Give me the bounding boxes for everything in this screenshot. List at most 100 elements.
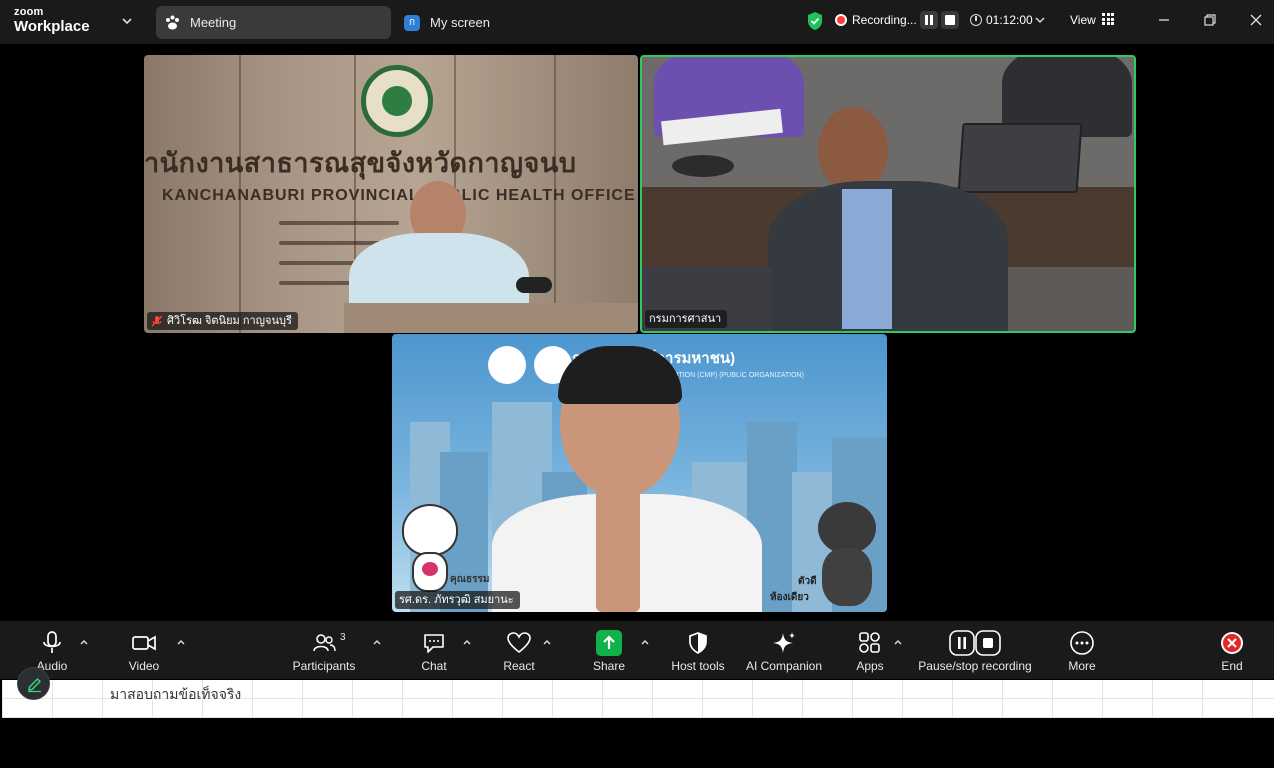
tab-my-screen-label: My screen	[430, 15, 490, 30]
chat-label: Chat	[421, 659, 447, 673]
video-tile-participant-3[interactable]: ก ธรรม (องค์การมหาชน) PROMOTION (CMP) (P…	[392, 334, 887, 612]
sparkle-icon	[773, 632, 795, 653]
more-dots-icon	[1070, 631, 1094, 655]
heart-icon	[507, 632, 531, 654]
brand-bottom: Workplace	[14, 18, 90, 35]
my-screen-icon: ก	[404, 15, 420, 31]
participant-name: ศิวิโรฒ จิตนิยม กาญจนบุรี	[167, 315, 292, 327]
mascot-head	[402, 504, 458, 556]
video-options-caret-icon[interactable]	[176, 637, 186, 647]
more-button[interactable]: More	[1052, 621, 1112, 679]
minimize-icon[interactable]	[1156, 12, 1172, 28]
pencil-icon	[28, 678, 41, 693]
participants-button[interactable]: 3 Participants	[288, 621, 360, 679]
participant-name-tag: ศิวิโรฒ จิตนิยม กาญจนบุรี	[147, 312, 298, 330]
video-tile-participant-1[interactable]: านักงานสาธารณสุขจังหวัดกาญจนบ KANCHANABU…	[144, 55, 638, 333]
tab-meeting[interactable]: Meeting	[156, 6, 391, 39]
video-label: Video	[128, 659, 160, 673]
share-button[interactable]: Share	[579, 621, 639, 679]
title-bar: zoom Workplace Meeting ก My screen Recor…	[0, 0, 1274, 44]
encryption-shield-icon[interactable]	[806, 11, 824, 31]
brand-top: zoom	[14, 6, 44, 18]
meeting-paw-icon	[166, 15, 179, 30]
audio-options-caret-icon[interactable]	[79, 637, 89, 647]
chat-options-caret-icon[interactable]	[462, 637, 472, 647]
clock-icon	[970, 14, 982, 26]
meeting-toolbar: Audio Video 3 Participants Chat React Sh…	[0, 621, 1274, 679]
mascot-right	[812, 502, 878, 606]
chevron-down-icon[interactable]	[1034, 14, 1046, 26]
share-options-caret-icon[interactable]	[640, 637, 650, 647]
pause-stop-recording-button[interactable]: Pause/stop recording	[914, 621, 1036, 679]
participants-options-caret-icon[interactable]	[372, 637, 382, 647]
participant-name-tag: รศ.ดร. ภัทรวุฒิ สมยานะ	[395, 591, 520, 609]
participant-name: กรมการศาสนา	[649, 313, 722, 325]
ministry-seal-logo	[361, 65, 433, 137]
mic-muted-icon	[151, 315, 163, 327]
ai-companion-label: AI Companion	[745, 659, 823, 673]
end-meeting-button[interactable]: End	[1202, 621, 1262, 679]
chat-button[interactable]: Chat	[404, 621, 464, 679]
tab-my-screen[interactable]: ก My screen	[398, 6, 518, 39]
host-tools-button[interactable]: Host tools	[665, 621, 731, 679]
meeting-timer[interactable]: 01:12:00	[986, 13, 1033, 27]
participants-icon	[313, 634, 336, 652]
ai-companion-button[interactable]: AI Companion	[742, 621, 826, 679]
participant-name: รศ.ดร. ภัทรวุฒิ สมยานะ	[399, 594, 514, 606]
grid-view-icon[interactable]	[1102, 13, 1114, 25]
close-icon[interactable]	[1248, 12, 1264, 28]
conference-microphone	[672, 155, 734, 177]
pause-recording-button[interactable]	[920, 11, 938, 29]
shield-icon	[689, 632, 707, 654]
react-button[interactable]: React	[489, 621, 549, 679]
person-shirt	[842, 189, 892, 329]
edit-button[interactable]	[17, 667, 50, 700]
heart-icon	[422, 562, 438, 576]
end-x-icon	[1221, 632, 1243, 654]
background-document-strip: มาสอบถามข้อเท็จจริง	[2, 680, 1274, 718]
desk	[344, 303, 638, 333]
recording-dot-icon	[837, 16, 845, 24]
video-camera-icon	[132, 635, 156, 651]
end-label: End	[1221, 659, 1243, 673]
chat-icon	[424, 634, 444, 653]
tab-meeting-label: Meeting	[190, 15, 237, 30]
mascot-body	[822, 548, 872, 606]
org-logo	[488, 346, 526, 384]
microphone-prop	[516, 277, 552, 293]
participants-count: 3	[340, 632, 346, 643]
mascot-left-caption: คุณธรรม	[450, 574, 490, 585]
video-button[interactable]: Video	[114, 621, 174, 679]
laptop	[957, 123, 1083, 193]
wall-sign-english: KANCHANABURI PROVINCIAL PUBLIC HEALTH OF…	[162, 187, 636, 204]
mascot-right-caption: ตัวดี	[798, 576, 817, 587]
share-label: Share	[592, 659, 626, 673]
host-tools-label: Host tools	[671, 659, 725, 673]
restore-icon[interactable]	[1202, 12, 1218, 28]
participants-label: Participants	[292, 659, 356, 673]
apps-options-caret-icon[interactable]	[893, 637, 903, 647]
recording-status: Recording...	[852, 13, 917, 27]
wall-text-line	[279, 221, 399, 225]
microphone-icon	[43, 631, 61, 653]
apps-icon	[859, 632, 880, 653]
react-label: React	[503, 659, 535, 673]
apps-button[interactable]: Apps	[840, 621, 900, 679]
more-label: More	[1068, 659, 1096, 673]
pause-stop-recording-label: Pause/stop recording	[918, 659, 1032, 673]
pause-stop-icon	[949, 630, 1001, 656]
praying-hands	[596, 474, 640, 612]
stop-recording-button[interactable]	[941, 11, 959, 29]
share-arrow-icon	[596, 630, 622, 656]
apps-label: Apps	[856, 659, 884, 673]
video-tile-participant-2[interactable]: กรมการศาสนา	[640, 55, 1136, 333]
react-options-caret-icon[interactable]	[542, 637, 552, 647]
document-text: มาสอบถามข้อเท็จจริง	[110, 686, 242, 702]
zoom-workplace-logo[interactable]: zoom Workplace	[14, 6, 90, 35]
participant-name-tag: กรมการศาสนา	[645, 310, 728, 328]
view-button[interactable]: View	[1070, 13, 1096, 27]
wall-sign-thai: านักงานสาธารณสุขจังหวัดกาญจนบ	[144, 148, 577, 178]
mascot-head	[818, 502, 876, 554]
mascot-right-caption-2: ห้องเดียว	[770, 592, 809, 603]
chevron-down-icon[interactable]	[120, 14, 134, 28]
